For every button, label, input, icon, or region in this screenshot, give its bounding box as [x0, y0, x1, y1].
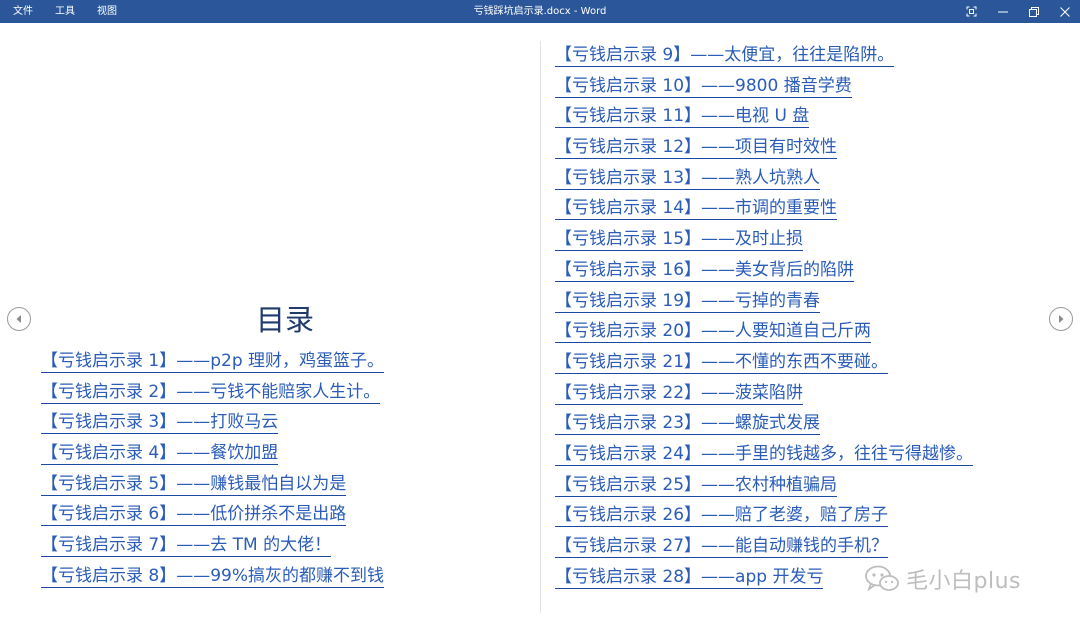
menu-tools[interactable]: 工具 [45, 0, 85, 23]
watermark-text: 毛小白plus [906, 569, 1021, 594]
toc-entry-4[interactable]: 【亏钱启示录 4】——餐饮加盟 [41, 438, 384, 469]
restore-button[interactable] [1018, 0, 1049, 23]
toc-left-column: 【亏钱启示录 1】——p2p 理财，鸡蛋篮子。 【亏钱启示录 2】——亏钱不能赔… [41, 346, 385, 592]
toc-entry-13-label: 【亏钱启示录 13】——熟人坑熟人 [555, 167, 821, 190]
toc-entry-9[interactable]: 【亏钱启示录 9】——太便宜，往往是陷阱。 [555, 40, 973, 71]
toc-entry-25[interactable]: 【亏钱启示录 25】——农村种植骗局 [555, 470, 973, 501]
menu-bar: 文件 工具 视图 [0, 0, 127, 23]
minimize-icon [997, 11, 1008, 12]
toc-heading: 目录 [255, 303, 314, 337]
toc-entry-7[interactable]: 【亏钱启示录 7】——去 TM 的大佬！ [41, 530, 384, 561]
toc-entry-16-label: 【亏钱启示录 16】——美女背后的陷阱 [555, 259, 855, 282]
wechat-icon [865, 565, 899, 592]
toc-entry-28-label: 【亏钱启示录 28】——app 开发亏 [555, 566, 824, 589]
toc-entry-10[interactable]: 【亏钱启示录 10】——9800 播音学费 [555, 71, 973, 102]
toc-entry-6-label: 【亏钱启示录 6】——低价拼杀不是出路 [41, 504, 347, 527]
toc-entry-3-label: 【亏钱启示录 3】——打败马云 [41, 412, 279, 435]
toc-entry-22[interactable]: 【亏钱启示录 22】——菠菜陷阱 [555, 378, 973, 409]
toc-entry-15-label: 【亏钱启示录 15】——及时止损 [555, 229, 804, 252]
document-title: 亏钱踩坑启示录.docx - Word [473, 6, 607, 17]
toc-entry-15[interactable]: 【亏钱启示录 15】——及时止损 [555, 224, 973, 255]
toc-entry-26[interactable]: 【亏钱启示录 26】——赔了老婆，赔了房子 [555, 500, 973, 531]
toc-entry-8[interactable]: 【亏钱启示录 8】——99%搞灰的都赚不到钱 [41, 561, 385, 592]
toc-entry-19-label: 【亏钱启示录 19】——亏掉的青春 [555, 290, 821, 313]
toc-entry-26-label: 【亏钱启示录 26】——赔了老婆，赔了房子 [555, 505, 889, 528]
toc-entry-19[interactable]: 【亏钱启示录 19】——亏掉的青春 [555, 286, 973, 317]
fit-view-button[interactable] [956, 0, 987, 23]
toc-entry-21-label: 【亏钱启示录 21】——不懂的东西不要碰。 [555, 351, 889, 374]
toc-entry-3[interactable]: 【亏钱启示录 3】——打败马云 [41, 407, 384, 438]
toc-entry-8-label: 【亏钱启示录 8】——99%搞灰的都赚不到钱 [41, 565, 385, 588]
chevron-right-icon [1059, 315, 1064, 323]
toc-entry-24[interactable]: 【亏钱启示录 24】——手里的钱越多，往往亏得越惨。 [555, 439, 974, 470]
toc-entry-1-label: 【亏钱启示录 1】——p2p 理财，鸡蛋篮子。 [41, 351, 385, 373]
toc-entry-22-label: 【亏钱启示录 22】——菠菜陷阱 [555, 382, 804, 405]
fit-view-icon [966, 6, 977, 17]
toc-entry-13[interactable]: 【亏钱启示录 13】——熟人坑熟人 [555, 163, 973, 194]
menu-view[interactable]: 视图 [87, 0, 127, 23]
toc-entry-20-label: 【亏钱启示录 20】——人要知道自己斤两 [555, 321, 872, 344]
toc-entry-6[interactable]: 【亏钱启示录 6】——低价拼杀不是出路 [41, 499, 384, 530]
previous-page-button[interactable] [7, 307, 31, 331]
toc-entry-23-label: 【亏钱启示录 23】——螺旋式发展 [555, 413, 821, 436]
toc-entry-2[interactable]: 【亏钱启示录 2】——亏钱不能赔家人生计。 [41, 377, 384, 408]
toc-entry-23[interactable]: 【亏钱启示录 23】——螺旋式发展 [555, 408, 973, 439]
next-page-button[interactable] [1049, 307, 1073, 331]
minimize-button[interactable] [987, 0, 1018, 23]
toc-entry-24-label: 【亏钱启示录 24】——手里的钱越多，往往亏得越惨。 [555, 443, 974, 466]
toc-entry-14-label: 【亏钱启示录 14】——市调的重要性 [555, 198, 838, 221]
toc-entry-14[interactable]: 【亏钱启示录 14】——市调的重要性 [555, 193, 973, 224]
toc-entry-2-label: 【亏钱启示录 2】——亏钱不能赔家人生计。 [41, 381, 381, 404]
toc-entry-11-label: 【亏钱启示录 11】——电视 U 盘 [555, 106, 810, 129]
close-icon [1059, 6, 1070, 17]
toc-entry-16[interactable]: 【亏钱启示录 16】——美女背后的陷阱 [555, 255, 973, 286]
document-page: 目录 【亏钱启示录 1】——p2p 理财，鸡蛋篮子。 【亏钱启示录 2】——亏钱… [0, 23, 1080, 629]
toc-entry-11[interactable]: 【亏钱启示录 11】——电视 U 盘 [555, 101, 973, 132]
toc-entry-21[interactable]: 【亏钱启示录 21】——不懂的东西不要碰。 [555, 347, 973, 378]
toc-entry-27-label: 【亏钱启示录 27】——能自动赚钱的手机？ [555, 536, 889, 558]
restore-icon [1028, 6, 1039, 17]
toc-entry-5-label: 【亏钱启示录 5】——赚钱最怕自以为是 [41, 473, 347, 496]
toc-entry-5[interactable]: 【亏钱启示录 5】——赚钱最怕自以为是 [41, 469, 384, 500]
toc-entry-25-label: 【亏钱启示录 25】——农村种植骗局 [555, 474, 838, 497]
toc-entry-12[interactable]: 【亏钱启示录 12】——项目有时效性 [555, 132, 973, 163]
watermark: 毛小白plus [864, 561, 1021, 597]
close-button[interactable] [1049, 0, 1080, 23]
toc-entry-10-label: 【亏钱启示录 10】——9800 播音学费 [555, 75, 852, 98]
toc-right-column: 【亏钱启示录 9】——太便宜，往往是陷阱。 【亏钱启示录 10】——9800 播… [555, 40, 974, 592]
window-controls [956, 0, 1080, 23]
toc-entry-27[interactable]: 【亏钱启示录 27】——能自动赚钱的手机？ [555, 531, 973, 562]
toc-entry-9-label: 【亏钱启示录 9】——太便宜，往往是陷阱。 [555, 45, 895, 67]
toc-entry-20[interactable]: 【亏钱启示录 20】——人要知道自己斤两 [555, 316, 973, 347]
toc-entry-12-label: 【亏钱启示录 12】——项目有时效性 [555, 137, 838, 160]
page-divider [540, 41, 541, 613]
chevron-left-icon [16, 315, 21, 323]
toc-entry-4-label: 【亏钱启示录 4】——餐饮加盟 [41, 443, 279, 466]
toc-entry-1[interactable]: 【亏钱启示录 1】——p2p 理财，鸡蛋篮子。 [41, 346, 385, 377]
toc-entry-7-label: 【亏钱启示录 7】——去 TM 的大佬！ [41, 535, 332, 558]
menu-file[interactable]: 文件 [3, 0, 43, 23]
title-bar: 文件 工具 视图 亏钱踩坑启示录.docx - Word [0, 0, 1080, 23]
